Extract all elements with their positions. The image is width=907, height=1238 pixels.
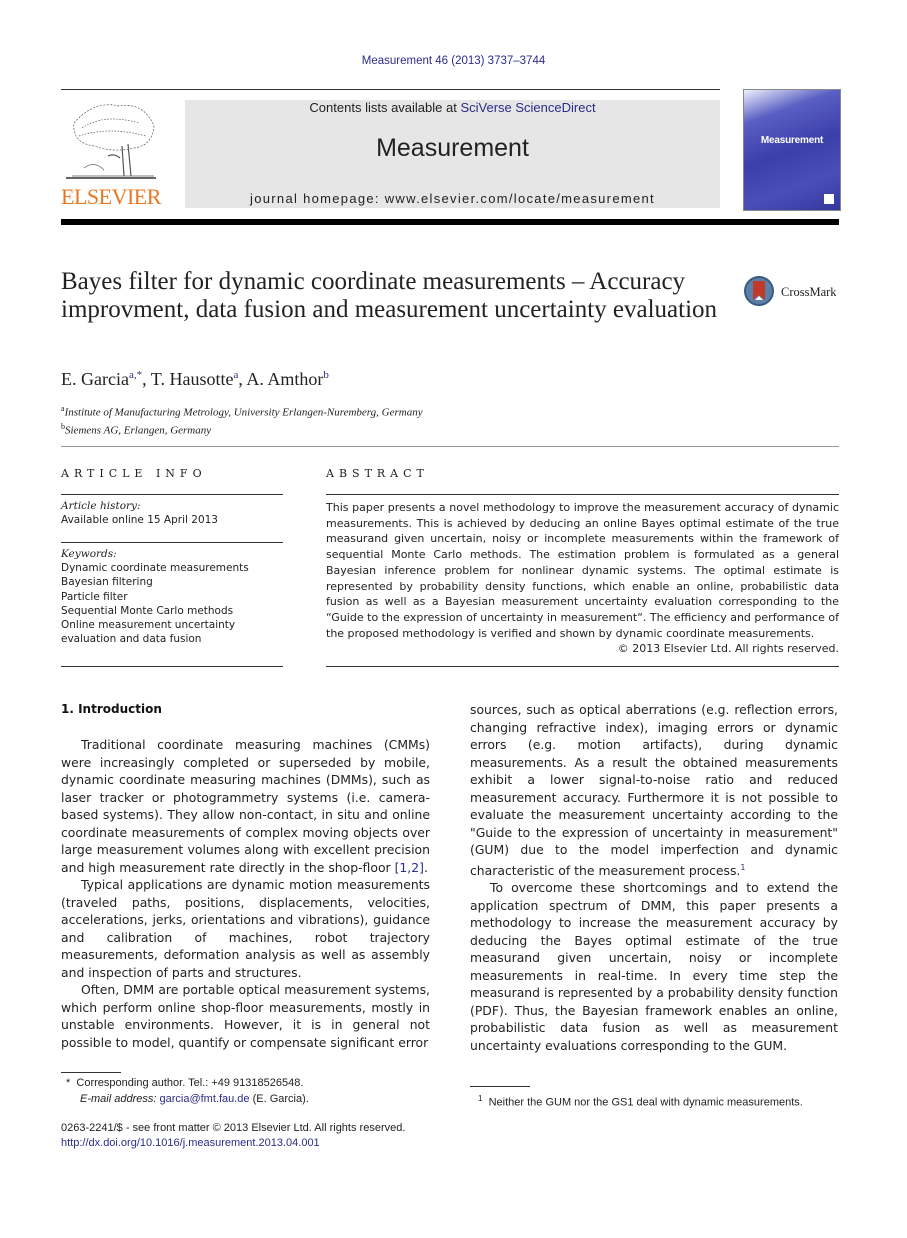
body-paragraph: To overcome these shortcomings and to ex… bbox=[470, 880, 838, 1053]
author-name[interactable]: T. Hausotte bbox=[151, 369, 234, 389]
abstract-bottom-rule bbox=[326, 666, 839, 667]
body-column-left: Traditional coordinate measuring machine… bbox=[61, 736, 430, 1051]
cover-title: Measurement bbox=[760, 135, 824, 146]
contents-availability: Contents lists available at SciVerse Sci… bbox=[185, 100, 720, 115]
journal-name: Measurement bbox=[376, 134, 529, 162]
header-top-rule bbox=[61, 89, 720, 90]
author-affiliation-mark[interactable]: a,* bbox=[129, 369, 142, 381]
body-paragraph: Typical applications are dynamic motion … bbox=[61, 877, 430, 980]
article-history-value: Available online 15 April 2013 bbox=[61, 514, 218, 527]
journal-banner: Contents lists available at SciVerse Sci… bbox=[185, 100, 720, 208]
citation-link[interactable]: Measurement 46 (2013) 3737–3744 bbox=[362, 55, 546, 67]
keyword-item: Particle filter bbox=[61, 590, 128, 603]
corresponding-mark: * bbox=[66, 1077, 71, 1089]
journal-homepage[interactable]: journal homepage: www.elsevier.com/locat… bbox=[185, 191, 720, 206]
body-column-right: sources, such as optical aberrations (e.… bbox=[470, 701, 838, 1054]
affiliation-item: aInstitute of Manufacturing Metrology, U… bbox=[61, 404, 423, 419]
body-paragraph: sources, such as optical aberrations (e.… bbox=[470, 702, 838, 878]
article-title: Bayes filter for dynamic coordinate meas… bbox=[61, 268, 718, 323]
keyword-item: Dynamic coordinate measurements bbox=[61, 562, 249, 575]
doi-link[interactable]: http://dx.doi.org/10.1016/j.measurement.… bbox=[61, 1136, 405, 1151]
corresponding-author-footnote: * Corresponding author. Tel.: +49 913185… bbox=[66, 1077, 309, 1105]
abstract-rule bbox=[326, 494, 839, 495]
abstract-copyright: © 2013 Elsevier Ltd. All rights reserved… bbox=[617, 642, 839, 656]
author-list: E. Garciaa,*, T. Hausottea, A. Amthorb bbox=[61, 369, 329, 389]
footnote-mark: 1 bbox=[478, 1094, 483, 1103]
elsevier-wordmark: ELSEVIER bbox=[61, 184, 161, 209]
sciencedirect-link[interactable]: SciVerse ScienceDirect bbox=[460, 100, 595, 115]
crossmark-button[interactable]: CrossMark bbox=[744, 276, 844, 312]
affiliations: aInstitute of Manufacturing Metrology, U… bbox=[61, 402, 423, 438]
abstract-text: This paper presents a novel methodology … bbox=[326, 501, 839, 640]
front-matter: 0263-2241/$ - see front matter © 2013 El… bbox=[61, 1121, 405, 1151]
crossmark-icon bbox=[744, 276, 774, 306]
elsevier-tree-icon bbox=[64, 98, 158, 182]
contents-prefix: Contents lists available at bbox=[309, 100, 461, 115]
author-affiliation-mark[interactable]: b bbox=[323, 369, 329, 381]
abstract-heading: ABSTRACT bbox=[326, 467, 429, 480]
affiliation-item: bSiemens AG, Erlangen, Germany bbox=[61, 422, 212, 437]
keywords-block: Keywords: Dynamic coordinate measurement… bbox=[61, 547, 287, 646]
affiliation-divider bbox=[61, 446, 839, 447]
article-history: Article history: Available online 15 Apr… bbox=[61, 499, 286, 527]
article-history-label: Article history: bbox=[61, 500, 141, 512]
email-label: E-mail address: bbox=[80, 1093, 157, 1105]
header-thick-rule bbox=[61, 219, 839, 225]
keywords-label: Keywords: bbox=[61, 548, 117, 560]
reference-link[interactable]: [1,2] bbox=[395, 860, 424, 875]
footnote-1: 1 Neither the GUM nor the GS1 deal with … bbox=[478, 1094, 803, 1109]
author-name[interactable]: A. Amthor bbox=[246, 369, 323, 389]
footnote-rule-right bbox=[470, 1086, 530, 1087]
article-info-heading: ARTICLE INFO bbox=[61, 467, 207, 480]
article-info-rule bbox=[61, 494, 283, 495]
email-link[interactable]: garcia@fmt.fau.de bbox=[159, 1093, 249, 1105]
keyword-item: Bayesian filtering bbox=[61, 576, 153, 589]
crossmark-label: CrossMark bbox=[781, 285, 837, 299]
section-heading-introduction: 1. Introduction bbox=[61, 702, 162, 716]
article-info-bottom-rule bbox=[61, 666, 283, 667]
journal-citation[interactable]: Measurement 46 (2013) 3737–3744 bbox=[0, 55, 907, 67]
elsevier-logo[interactable]: ELSEVIER bbox=[60, 96, 162, 210]
cover-badge-icon bbox=[824, 194, 834, 204]
journal-cover-thumbnail[interactable]: Measurement bbox=[743, 89, 841, 211]
author-name[interactable]: E. Garcia bbox=[61, 369, 129, 389]
front-matter-text: 0263-2241/$ - see front matter © 2013 El… bbox=[61, 1122, 406, 1134]
footnote-rule-left bbox=[61, 1072, 121, 1073]
abstract-body: This paper presents a novel methodology … bbox=[326, 500, 839, 657]
keyword-item: Online measurement uncertainty evaluatio… bbox=[61, 619, 236, 646]
author-affiliation-mark[interactable]: a bbox=[233, 369, 238, 381]
keywords-rule bbox=[61, 542, 283, 543]
footnote-link[interactable]: 1 bbox=[740, 863, 745, 872]
body-paragraph: Traditional coordinate measuring machine… bbox=[61, 737, 430, 875]
body-paragraph: Often, DMM are portable optical measurem… bbox=[61, 982, 430, 1050]
keyword-item: Sequential Monte Carlo methods bbox=[61, 604, 234, 617]
